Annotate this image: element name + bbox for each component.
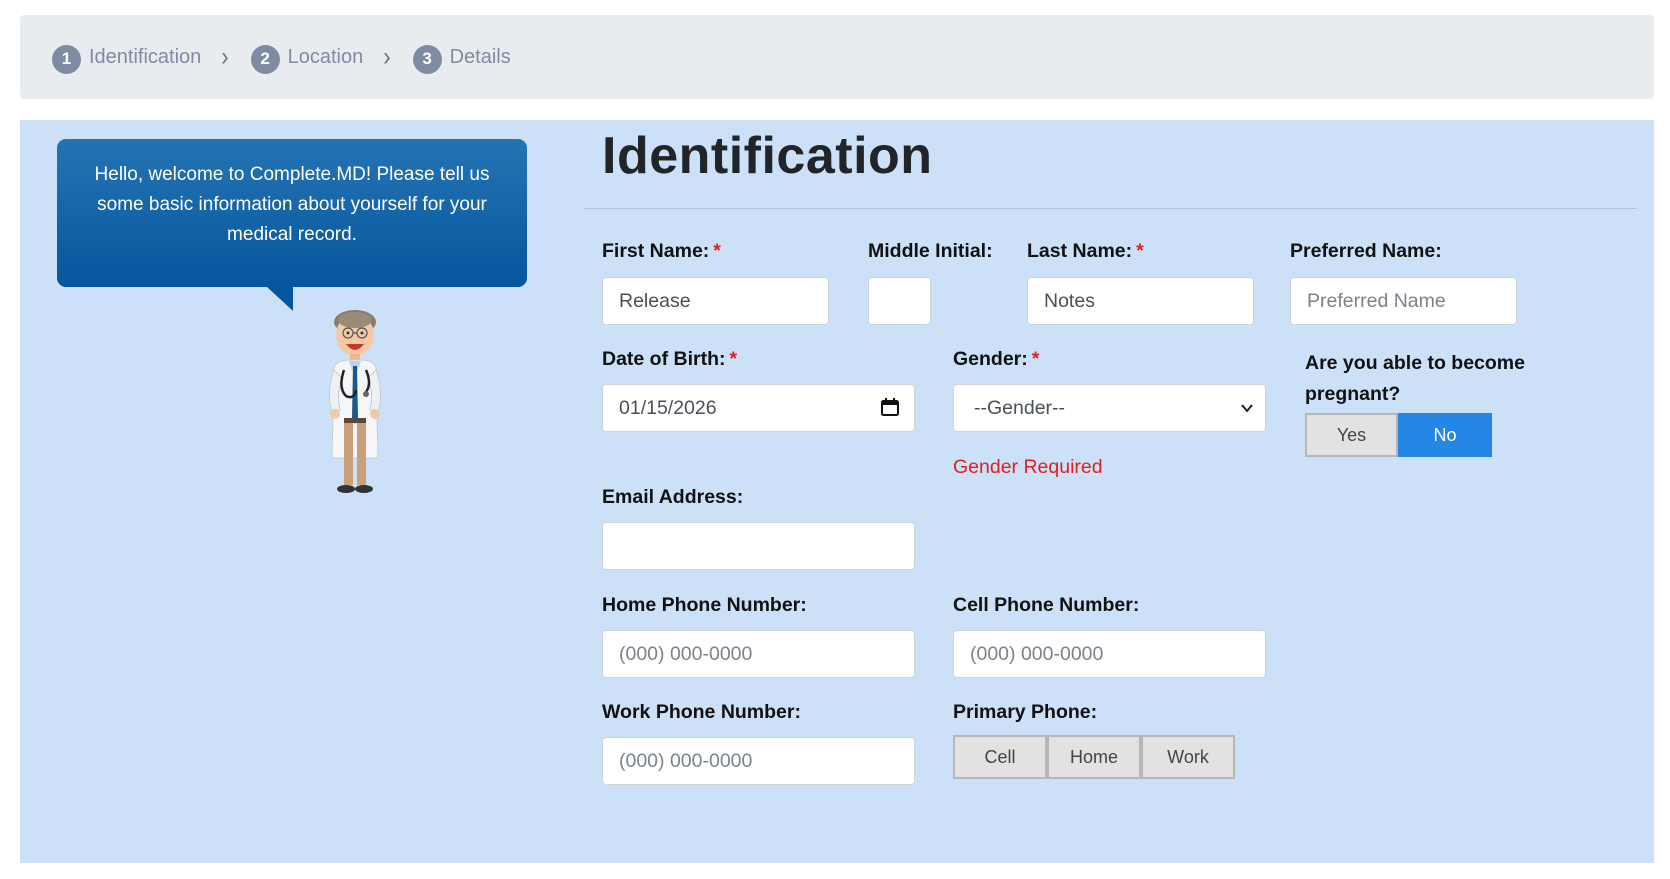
assistant-speech-bubble: Hello, welcome to Complete.MD! Please te… [57, 139, 527, 287]
last-name-label: Last Name: * [1027, 240, 1144, 263]
dob-date-input[interactable]: 01/15/2026 [602, 384, 915, 432]
dob-label: Date of Birth: * [602, 348, 737, 371]
gender-error-message: Gender Required [953, 456, 1103, 478]
email-label: Email Address: [602, 486, 744, 508]
email-input[interactable] [602, 522, 915, 570]
middle-initial-label: Middle Initial: [868, 240, 993, 262]
required-marker: * [713, 240, 721, 262]
cell-phone-input[interactable] [953, 630, 1266, 678]
gender-select[interactable]: --Gender-- [953, 384, 1266, 432]
first-name-label-text: First Name: [602, 240, 710, 262]
preferred-name-input[interactable] [1290, 277, 1517, 325]
step-label: Location [287, 45, 364, 68]
step-location[interactable]: 2 Location [250, 41, 364, 74]
step-number-badge: 2 [250, 44, 280, 74]
primary-phone-label: Primary Phone: [953, 701, 1098, 723]
title-divider [584, 208, 1637, 209]
home-phone-label: Home Phone Number: [602, 594, 807, 616]
primary-phone-toggle-group: Cell Home Work [953, 735, 1235, 779]
pregnant-question-label: Are you able to become pregnant? [1305, 352, 1525, 405]
page-title: Identification [602, 127, 933, 185]
home-phone-input[interactable] [602, 630, 915, 678]
step-label: Details [449, 45, 511, 68]
step-number-badge: 1 [52, 44, 81, 74]
primary-phone-home-button[interactable]: Home [1047, 735, 1141, 779]
required-marker: * [1031, 348, 1040, 370]
step-identification[interactable]: 1 Identification [52, 41, 201, 74]
pregnant-no-button[interactable]: No [1398, 413, 1492, 457]
pregnant-yes-button[interactable]: Yes [1305, 413, 1398, 457]
last-name-input[interactable] [1027, 277, 1254, 325]
required-marker: * [729, 348, 738, 370]
dob-value: 01/15/2026 [619, 396, 717, 419]
chevron-down-icon [1241, 404, 1253, 413]
step-label: Identification [89, 45, 202, 68]
wizard-stepper: 1 Identification › 2 Location › 3 Detail… [20, 15, 1654, 99]
gender-label: Gender: * [953, 348, 1039, 371]
calendar-icon[interactable] [880, 397, 900, 417]
preferred-name-label: Preferred Name: [1290, 240, 1442, 262]
first-name-input[interactable] [602, 277, 829, 325]
gender-selected-value: --Gender-- [974, 396, 1066, 419]
assistant-message: Hello, welcome to Complete.MD! Please te… [94, 164, 490, 245]
middle-initial-input[interactable] [868, 277, 931, 325]
pregnant-toggle-group: Yes No [1305, 413, 1492, 457]
step-number-badge: 3 [412, 44, 442, 74]
work-phone-input[interactable] [602, 737, 915, 785]
first-name-label: First Name: * [602, 240, 721, 263]
chevron-right-icon: › [383, 41, 391, 72]
gender-label-text: Gender: [953, 348, 1028, 370]
primary-phone-work-button[interactable]: Work [1141, 735, 1235, 779]
last-name-label-text: Last Name: [1027, 240, 1133, 262]
chevron-right-icon: › [221, 41, 229, 72]
primary-phone-cell-button[interactable]: Cell [953, 735, 1047, 779]
work-phone-label: Work Phone Number: [602, 701, 801, 723]
required-marker: * [1136, 240, 1144, 262]
speech-bubble-tail [267, 287, 293, 311]
step-details[interactable]: 3 Details [412, 41, 511, 74]
dob-label-text: Date of Birth: [602, 348, 726, 370]
cell-phone-label: Cell Phone Number: [953, 594, 1140, 616]
form-panel: Hello, welcome to Complete.MD! Please te… [20, 120, 1654, 863]
doctor-illustration [328, 310, 382, 493]
